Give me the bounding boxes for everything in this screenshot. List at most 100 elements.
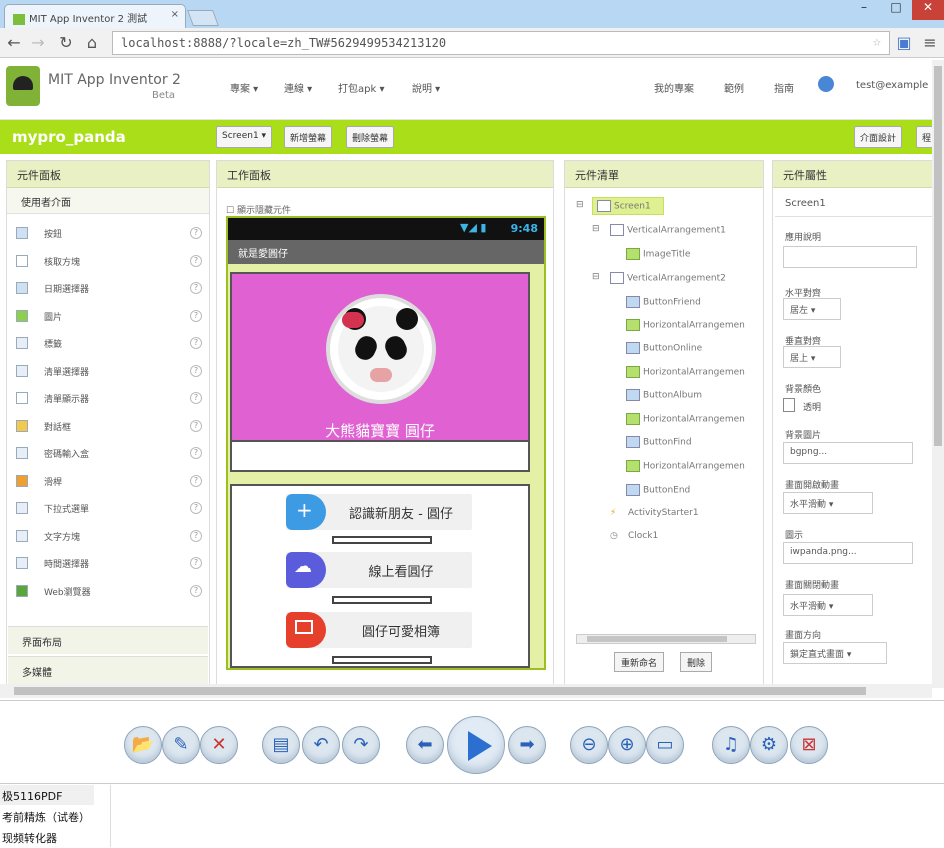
vertical-arrangement-1[interactable]: 大熊貓寶寶 圓仔 [230,272,530,442]
next-icon[interactable]: ➡ [508,726,546,764]
prop-closeanim-select[interactable]: 水平滑動 ▾ [783,594,873,616]
prop-orientation-select[interactable]: 鎖定直式畫面 ▾ [783,642,887,664]
close-tab-icon[interactable]: × [171,9,179,20]
prop-about-field[interactable] [783,246,917,268]
collapse-va2-icon[interactable]: ⊟ [592,272,600,282]
file-item-2[interactable]: 考前精炼（试卷） [0,806,94,827]
palette-item[interactable]: 文字方塊? [8,526,204,548]
tree-screen1[interactable]: Screen1 [592,197,664,215]
fullscreen-icon[interactable]: ⊠ [790,726,828,764]
menu-build[interactable]: 打包apk ▾ [338,80,384,95]
prop-halign-select[interactable]: 居左 ▾ [783,298,841,320]
palette-item[interactable]: 時間選擇器? [8,553,204,575]
components-scrollbar[interactable] [576,634,756,644]
back-icon[interactable]: ← [4,33,24,52]
file-item-3[interactable]: 现频转化器 [0,827,94,848]
palette-section-media[interactable]: 多媒體 [8,656,208,684]
tree-vertical-arrangement-2[interactable]: VerticalArrangement2 [610,272,726,284]
tree-vertical-arrangement-1[interactable]: VerticalArrangement1 [610,224,726,236]
prop-openanim-select[interactable]: 水平滑動 ▾ [783,492,873,514]
minimize-icon[interactable]: – [848,0,880,20]
address-bar[interactable]: localhost:8888/?locale=zh_TW#56294995342… [112,31,890,55]
tree-button-friend[interactable]: ButtonFriend [626,296,701,308]
palette-item[interactable]: 清單顯示器? [8,388,204,410]
link-gallery[interactable]: 範例 [724,80,744,95]
delete-icon[interactable]: ✕ [200,726,238,764]
bookmark-star-icon[interactable]: ☆ [873,34,881,50]
panda-image[interactable] [326,294,436,404]
tree-button-end[interactable]: ButtonEnd [626,484,690,496]
music-icon[interactable]: ♫ [712,726,750,764]
designer-button[interactable]: 介面設計 [854,126,903,148]
browser-tab[interactable]: MIT App Inventor 2 測試 × [4,4,186,28]
pencil-icon[interactable]: ✎ [162,726,200,764]
forward-icon[interactable]: → [28,33,48,52]
help-icon[interactable]: ? [190,474,202,487]
help-icon[interactable]: ? [190,447,202,459]
redo-icon[interactable]: ↷ [342,726,380,764]
close-window-icon[interactable]: ✕ [912,0,944,20]
play-icon[interactable] [447,716,505,774]
delete-button[interactable]: 刪除 [680,652,713,672]
screen-select[interactable]: Screen1 ▾ [216,126,273,148]
tree-horizontal-arrangement-2[interactable]: HorizontalArrangemen [626,366,745,378]
palette-item[interactable]: 圖片? [8,306,204,328]
palette-item[interactable]: 標籤? [8,333,204,355]
palette-item[interactable]: 滑桿? [8,471,204,493]
reload-icon[interactable]: ↻ [56,33,76,52]
menu-icon[interactable]: ≡ [920,33,940,52]
palette-item[interactable]: 核取方塊? [8,251,204,273]
palette-item[interactable]: Web瀏覽器? [8,581,204,603]
tree-horizontal-arrangement-1[interactable]: HorizontalArrangemen [626,319,745,331]
open-folder-icon[interactable]: 📂 [124,726,162,764]
maximize-icon[interactable]: □ [880,0,912,20]
button-online[interactable]: ☁ 線上看圓仔 [286,552,472,588]
help-icon[interactable]: ? [190,529,202,542]
help-icon[interactable]: ? [190,419,202,432]
tree-button-find[interactable]: ButtonFind [626,436,692,448]
bgcolor-swatch[interactable] [783,398,795,412]
show-hidden-checkbox[interactable]: ☐ 顯示隱藏元件 [226,203,291,216]
page-vertical-scrollbar[interactable] [932,60,944,688]
palette-item[interactable]: 對話框? [8,416,204,438]
palette-item[interactable]: 密碼輸入盒? [8,443,204,465]
tree-activity-starter[interactable]: ⚡ ActivityStarter1 [610,508,699,518]
menu-project[interactable]: 專案 ▾ [230,80,258,95]
collapse-screen1-icon[interactable]: ⊟ [576,200,584,210]
extension-icon[interactable]: ▣ [894,33,914,52]
language-globe-icon[interactable] [818,76,834,92]
help-icon[interactable]: ? [190,364,202,377]
button-album[interactable]: 圓仔可愛相簿 [286,612,472,648]
prop-icon-field[interactable]: iwpanda.png... [783,542,913,564]
help-icon[interactable]: ? [190,227,202,239]
prop-valign-select[interactable]: 居上 ▾ [783,346,841,368]
tree-button-online[interactable]: ButtonOnline [626,342,702,354]
tree-horizontal-arrangement-3[interactable]: HorizontalArrangemen [626,413,745,425]
previous-icon[interactable]: ⬅ [406,726,444,764]
settings-icon[interactable]: ⚙ [750,726,788,764]
add-screen-button[interactable]: 新增螢幕 [284,126,333,148]
page-horizontal-scrollbar[interactable] [0,684,932,698]
fit-screen-icon[interactable]: ▭ [646,726,684,764]
home-icon[interactable]: ⌂ [82,33,102,52]
tree-button-album[interactable]: ButtonAlbum [626,389,702,401]
help-icon[interactable]: ? [190,557,202,569]
undo-icon[interactable]: ↶ [302,726,340,764]
remove-screen-button[interactable]: 刪除螢幕 [346,126,395,148]
zoom-in-icon[interactable]: ⊕ [608,726,646,764]
help-icon[interactable]: ? [190,337,202,349]
help-icon[interactable]: ? [190,309,202,322]
button-friend[interactable]: + 認識新朋友 - 圓仔 [286,494,472,530]
zoom-out-icon[interactable]: ⊖ [570,726,608,764]
help-icon[interactable]: ? [190,502,202,514]
file-item-1[interactable]: 极5116PDF [0,785,94,806]
help-icon[interactable]: ? [190,282,202,294]
tree-clock[interactable]: ◷ Clock1 [610,531,658,541]
menu-help[interactable]: 說明 ▾ [412,80,440,95]
collapse-va1-icon[interactable]: ⊟ [592,224,600,234]
palette-section-layout[interactable]: 界面布局 [8,626,208,654]
rename-button[interactable]: 重新命名 [614,652,665,672]
save-icon[interactable]: ▤ [262,726,300,764]
new-tab-button[interactable] [187,10,219,26]
palette-item[interactable]: 清單選擇器? [8,361,204,383]
